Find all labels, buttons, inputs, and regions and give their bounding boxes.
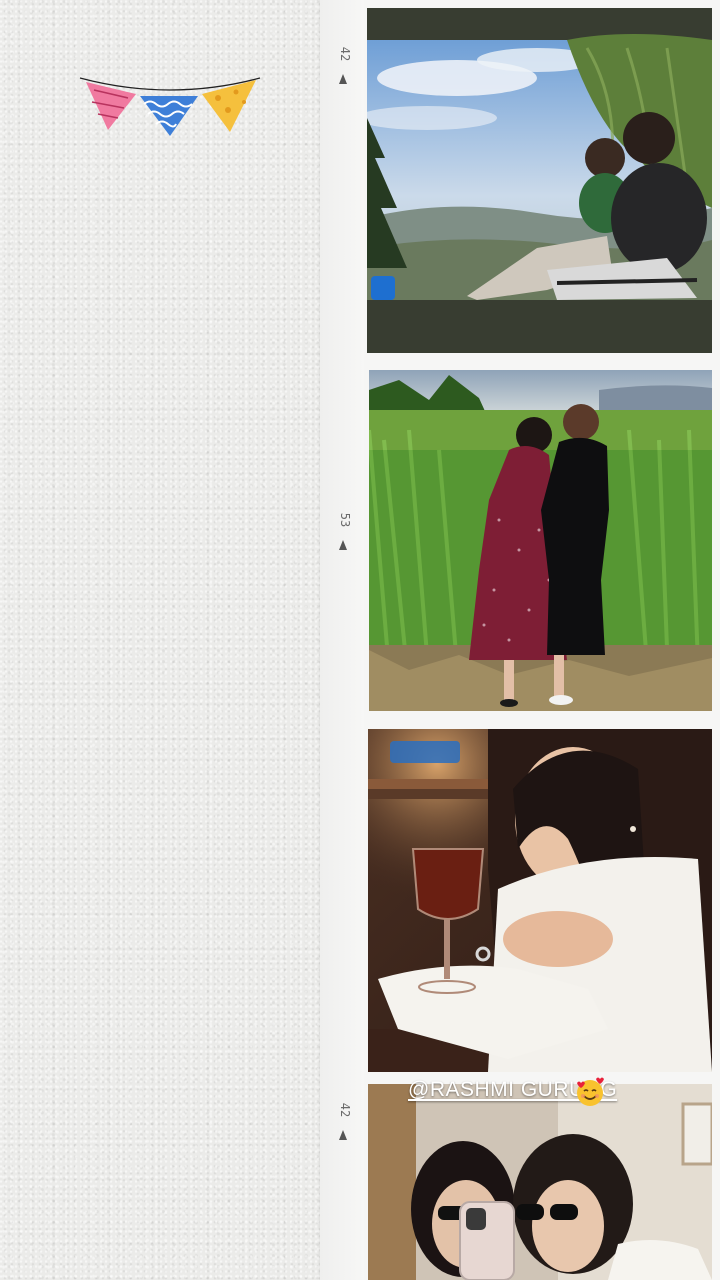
frame-number: 42 bbox=[338, 1102, 352, 1118]
frame-number-label: 42 bbox=[333, 46, 355, 94]
frame-number: 42 bbox=[338, 46, 352, 62]
frame-number-label: 42 bbox=[333, 1102, 355, 1150]
frame-number: 53 bbox=[338, 512, 352, 528]
collage-page: 42 53 42 @RASHMI GURUNG bbox=[0, 0, 720, 1280]
photo-friends-grass-field[interactable] bbox=[369, 370, 712, 711]
photo-mirror-selfie[interactable] bbox=[368, 1084, 712, 1280]
textured-paper-background bbox=[0, 0, 320, 1280]
bunting-flags-icon bbox=[79, 77, 261, 136]
frame-arrow-icon bbox=[339, 74, 347, 84]
frame-arrow-icon bbox=[339, 1130, 347, 1140]
photo-wine-glass[interactable] bbox=[368, 729, 712, 1072]
smiling-face-with-hearts-icon bbox=[577, 1077, 604, 1106]
photo-friends-viewpoint[interactable] bbox=[367, 8, 712, 353]
frame-number-label: 53 bbox=[333, 512, 355, 560]
frame-arrow-icon bbox=[339, 540, 347, 550]
